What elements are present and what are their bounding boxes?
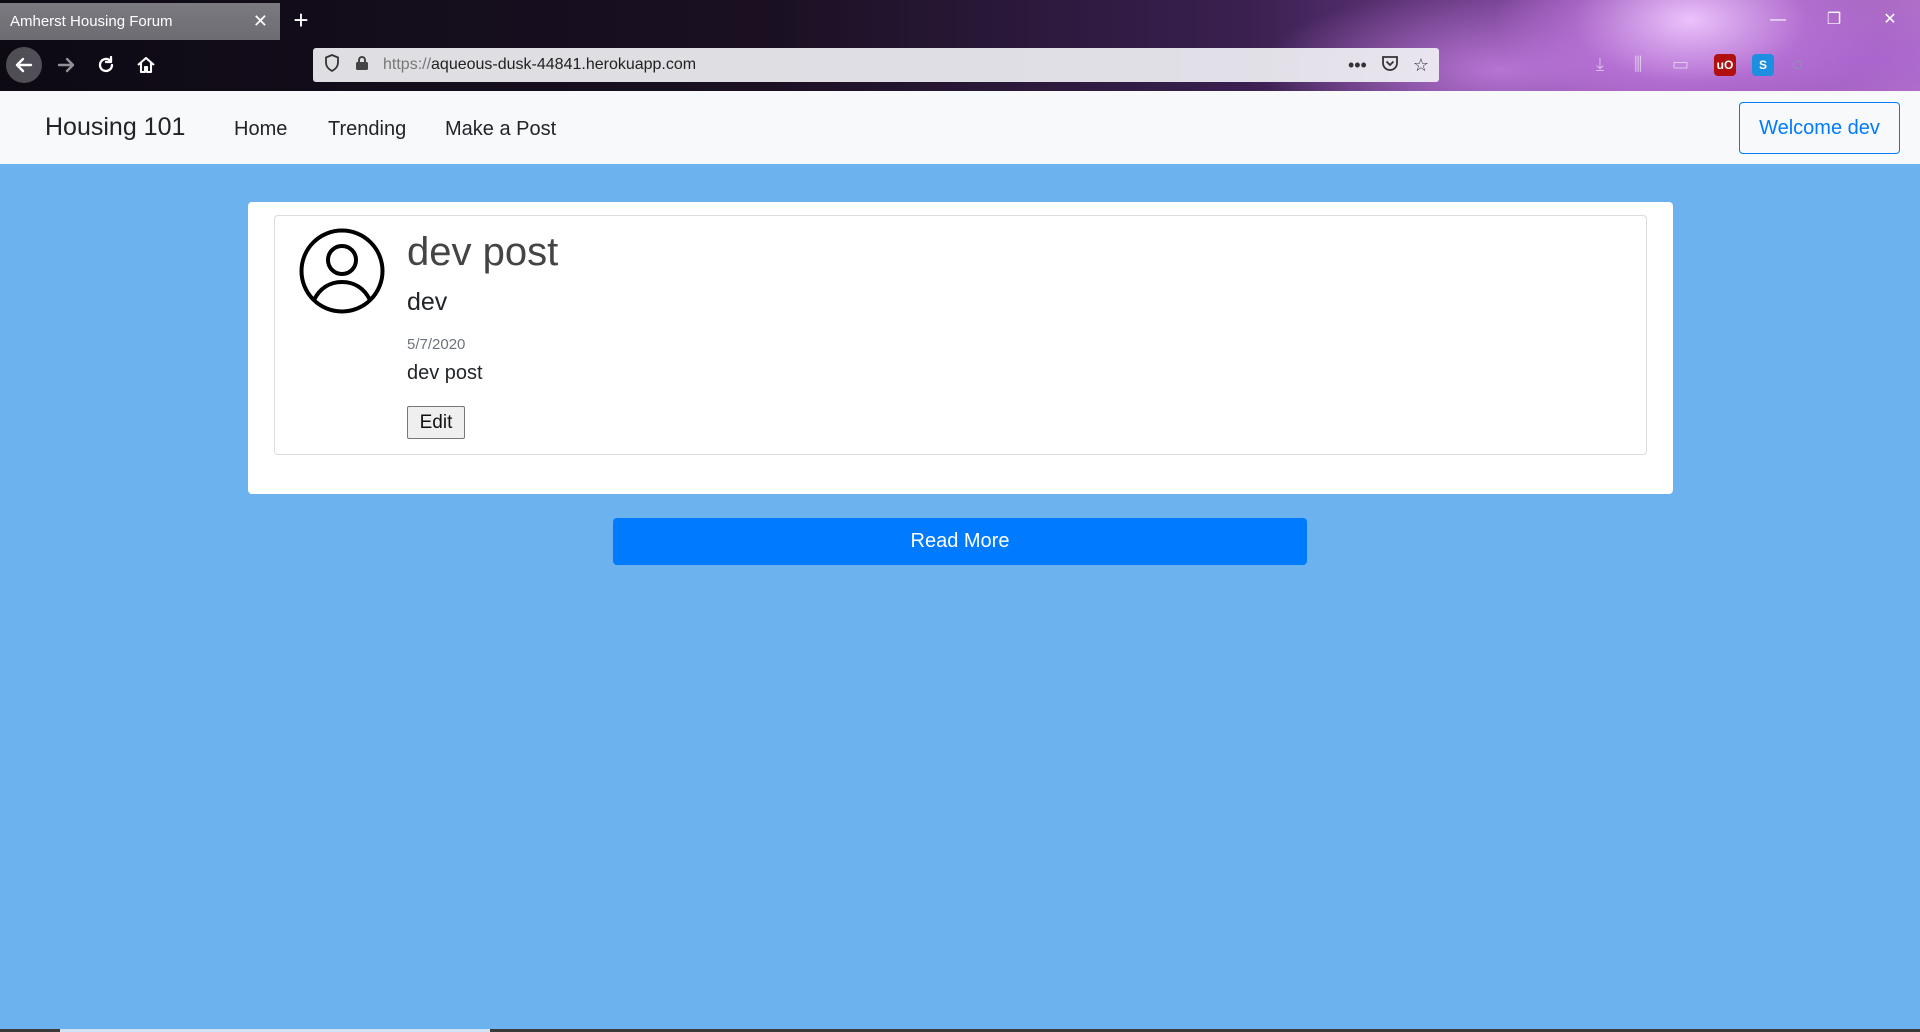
post-card: dev post dev 5/7/2020 dev post Edit	[274, 215, 1647, 455]
browser-toolbar: https://aqueous-dusk-44841.herokuapp.com…	[0, 40, 1920, 91]
site-brand[interactable]: Housing 101	[45, 113, 185, 142]
nav-link-trending[interactable]: Trending	[328, 118, 406, 141]
sidebar-icon[interactable]: ▭	[1672, 54, 1689, 75]
user-avatar-icon	[299, 228, 385, 314]
tab-title: Amherst Housing Forum	[10, 13, 173, 30]
browser-tab[interactable]: Amherst Housing Forum ✕	[0, 3, 280, 40]
post-date: 5/7/2020	[407, 336, 466, 353]
ublock-extension-icon[interactable]: uO	[1714, 54, 1736, 76]
new-tab-button[interactable]: +	[288, 4, 314, 36]
site-navbar: Housing 101 Home Trending Make a Post We…	[0, 91, 1920, 164]
more-icon[interactable]: •••	[1348, 55, 1367, 76]
edit-button[interactable]: Edit	[407, 406, 465, 439]
post-title: dev post	[407, 230, 559, 274]
shield-icon[interactable]	[321, 54, 343, 76]
nav-link-home[interactable]: Home	[234, 118, 287, 141]
back-button[interactable]	[6, 47, 42, 83]
restore-button[interactable]: ❐	[1814, 6, 1854, 34]
read-more-button[interactable]: Read More	[613, 518, 1307, 565]
url-text[interactable]: https://aqueous-dusk-44841.herokuapp.com	[383, 56, 696, 74]
post-body: dev post	[407, 362, 483, 384]
skype-extension-icon[interactable]: S	[1752, 54, 1774, 76]
close-window-button[interactable]: ✕	[1870, 6, 1910, 34]
tab-bar: Amherst Housing Forum ✕ + — ❐ ✕	[0, 0, 1920, 40]
reload-button[interactable]	[88, 47, 124, 83]
forward-icon	[57, 57, 75, 73]
back-icon	[15, 57, 33, 73]
post-author: dev	[407, 288, 448, 316]
tab-close-icon[interactable]: ✕	[253, 11, 268, 32]
sync-extension-icon[interactable]: ◌	[1792, 54, 1803, 75]
browser-chrome: Amherst Housing Forum ✕ + — ❐ ✕ https://…	[0, 0, 1920, 91]
welcome-button[interactable]: Welcome dev	[1739, 102, 1900, 154]
home-button[interactable]	[128, 47, 164, 83]
home-icon	[137, 56, 155, 74]
posts-container: dev post dev 5/7/2020 dev post Edit	[248, 202, 1673, 494]
minimize-button[interactable]: —	[1758, 6, 1798, 34]
url-bar[interactable]: https://aqueous-dusk-44841.herokuapp.com…	[313, 48, 1439, 82]
urlbar-actions: ••• ☆	[1348, 48, 1429, 82]
download-icon[interactable]: ⤓	[1596, 54, 1604, 75]
star-icon[interactable]: ☆	[1413, 55, 1429, 76]
nav-link-make-a-post[interactable]: Make a Post	[445, 118, 556, 141]
lock-icon[interactable]	[351, 55, 373, 75]
forward-button[interactable]	[48, 47, 84, 83]
library-icon[interactable]: ⫼	[1634, 54, 1642, 75]
reload-icon	[98, 55, 114, 73]
pocket-icon[interactable]	[1381, 54, 1399, 77]
